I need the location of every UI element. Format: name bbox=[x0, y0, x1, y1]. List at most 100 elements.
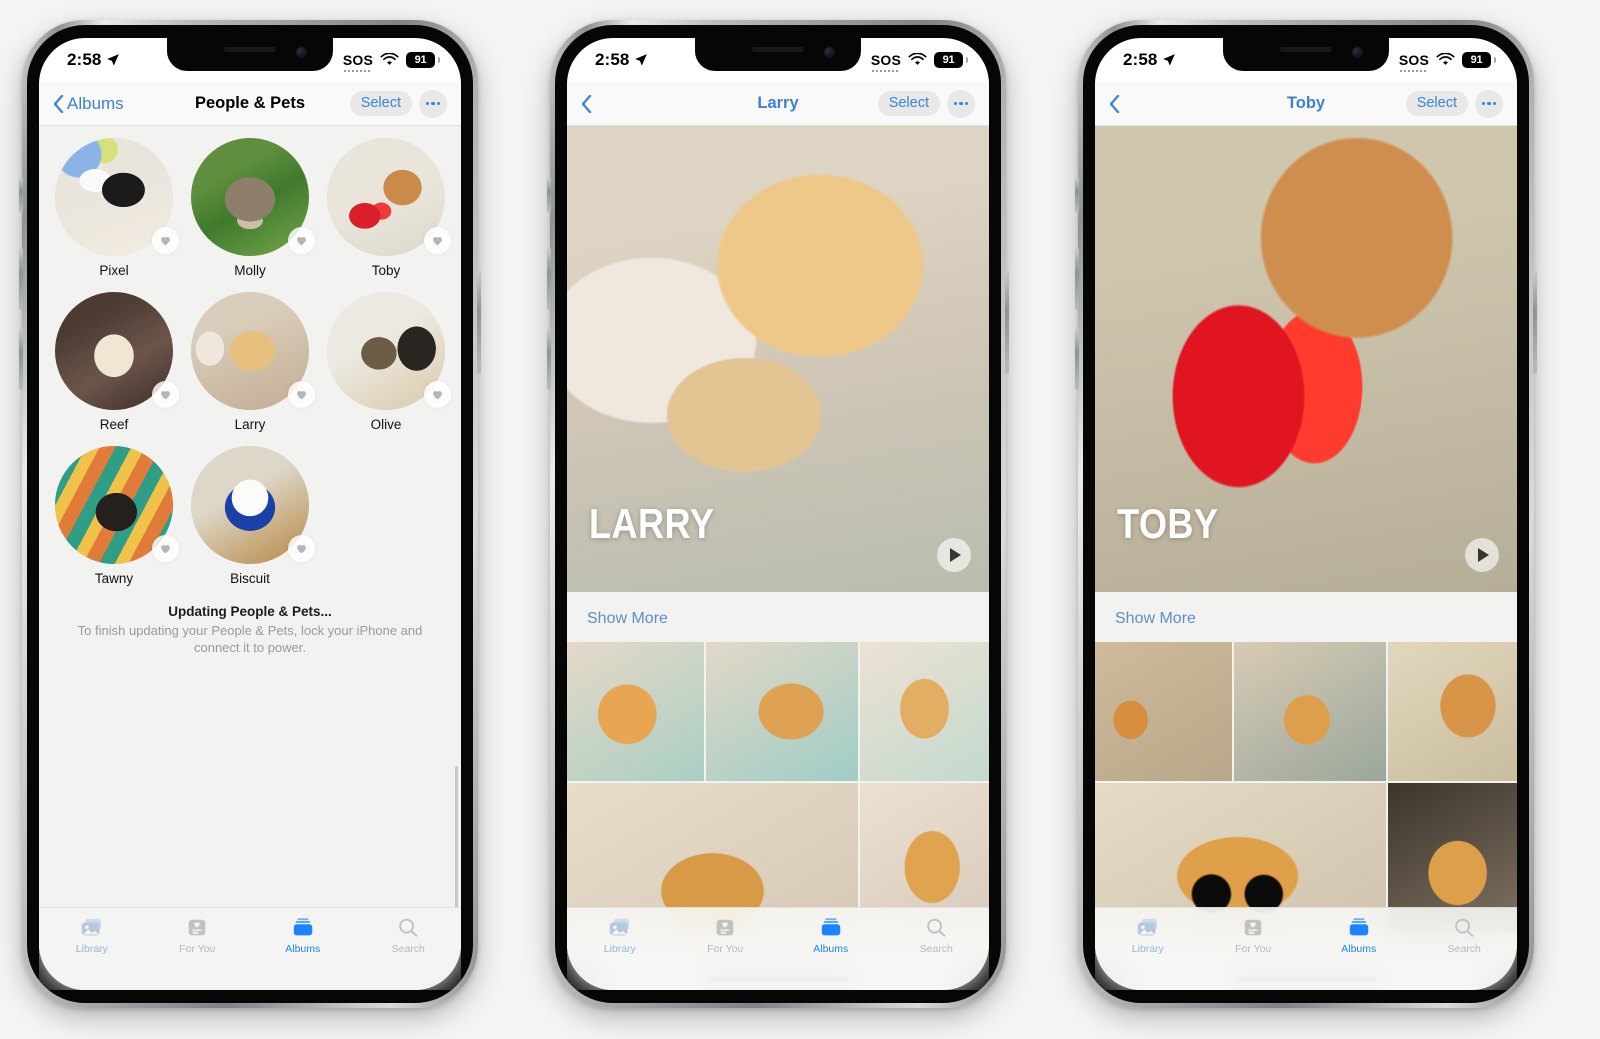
pet-cell[interactable]: Molly bbox=[187, 138, 315, 278]
tab-bar: Library For You Albums Search bbox=[567, 907, 989, 990]
tab-label: Library bbox=[603, 943, 636, 955]
pet-cell[interactable]: Toby bbox=[323, 138, 451, 278]
tab-albums[interactable]: Albums bbox=[778, 916, 884, 955]
heart-icon[interactable] bbox=[152, 381, 179, 408]
photo-mosaic bbox=[1095, 642, 1517, 933]
chevron-left-icon bbox=[581, 94, 592, 113]
photo-stack-icon bbox=[79, 916, 105, 940]
pet-cell[interactable]: Reef bbox=[51, 292, 179, 432]
play-icon[interactable] bbox=[937, 538, 971, 572]
back-button[interactable]: Albums bbox=[53, 94, 124, 114]
photo-thumbnail[interactable] bbox=[567, 642, 704, 781]
navigation-bar: Albums People & Pets Select bbox=[39, 82, 461, 126]
heart-icon[interactable] bbox=[424, 227, 451, 254]
tab-label: Search bbox=[919, 943, 953, 955]
select-button[interactable]: Select bbox=[877, 91, 940, 116]
tab-for-you[interactable]: For You bbox=[1201, 916, 1307, 955]
photo-thumbnail[interactable] bbox=[1095, 642, 1232, 781]
photo-image bbox=[567, 642, 704, 781]
heart-icon[interactable] bbox=[288, 535, 315, 562]
back-button[interactable] bbox=[581, 94, 595, 113]
select-button[interactable]: Select bbox=[349, 91, 412, 116]
heart-icon[interactable] bbox=[152, 227, 179, 254]
tab-library[interactable]: Library bbox=[39, 916, 145, 955]
sos-indicator: SOS bbox=[870, 52, 901, 72]
photo-stack-icon bbox=[607, 916, 633, 940]
updating-subtitle: To finish updating your People & Pets, l… bbox=[77, 623, 423, 656]
wifi-icon bbox=[1436, 53, 1455, 65]
tab-search[interactable]: Search bbox=[884, 916, 990, 955]
volume-down-button[interactable] bbox=[1075, 328, 1079, 390]
heart-icon[interactable] bbox=[424, 381, 451, 408]
tab-search[interactable]: Search bbox=[356, 916, 462, 955]
photo-thumbnail[interactable] bbox=[1233, 642, 1386, 781]
photo-thumbnail[interactable] bbox=[705, 642, 858, 781]
tab-library[interactable]: Library bbox=[567, 916, 673, 955]
volume-up-button[interactable] bbox=[19, 248, 23, 310]
heart-icon[interactable] bbox=[152, 535, 179, 562]
memory-hero[interactable]: LARRY bbox=[567, 126, 989, 592]
volume-down-button[interactable] bbox=[547, 328, 551, 390]
ellipsis-icon[interactable] bbox=[419, 89, 447, 118]
play-icon[interactable] bbox=[1465, 538, 1499, 572]
show-more-button[interactable]: Show More bbox=[567, 592, 989, 642]
heart-icon[interactable] bbox=[288, 227, 315, 254]
tab-library[interactable]: Library bbox=[1095, 916, 1201, 955]
larry-scroll-area[interactable]: LARRY Show More bbox=[567, 126, 989, 990]
select-button[interactable]: Select bbox=[1405, 91, 1468, 116]
pet-cell[interactable]: Larry bbox=[187, 292, 315, 432]
tab-label: Library bbox=[1131, 943, 1164, 955]
show-more-button[interactable]: Show More bbox=[1095, 592, 1517, 642]
memory-hero[interactable]: TOBY bbox=[1095, 126, 1517, 592]
front-camera-icon bbox=[824, 47, 835, 58]
sos-indicator: SOS bbox=[342, 52, 373, 72]
tab-for-you[interactable]: For You bbox=[145, 916, 251, 955]
magnifier-icon bbox=[395, 916, 421, 940]
volume-down-button[interactable] bbox=[19, 328, 23, 390]
tab-label: Library bbox=[75, 943, 108, 955]
pet-name: Biscuit bbox=[230, 571, 270, 586]
screenshot-stage: 2:58 SOS 91 Albums People & Pets Select … bbox=[0, 0, 1600, 1039]
tab-albums[interactable]: Albums bbox=[1306, 916, 1412, 955]
photo-image bbox=[1233, 642, 1386, 781]
for-you-card-icon bbox=[184, 916, 210, 940]
ellipsis-icon[interactable] bbox=[1475, 89, 1503, 118]
pet-name: Larry bbox=[234, 417, 266, 432]
power-button[interactable] bbox=[477, 270, 481, 374]
heart-icon[interactable] bbox=[288, 381, 315, 408]
battery-indicator: 91 bbox=[1462, 52, 1491, 68]
pet-cell[interactable]: Tawny bbox=[51, 446, 179, 586]
location-arrow-icon bbox=[1163, 54, 1176, 66]
back-button[interactable] bbox=[1109, 94, 1123, 113]
notch bbox=[1223, 38, 1389, 71]
earpiece-speaker bbox=[752, 47, 804, 52]
toby-scroll-area[interactable]: TOBY Show More bbox=[1095, 126, 1517, 990]
tab-label: Albums bbox=[813, 943, 849, 955]
pet-name: Reef bbox=[99, 417, 129, 432]
photo-thumbnail[interactable] bbox=[859, 642, 989, 781]
people-and-pets-scroll-area[interactable]: Pixel Molly Toby Reef Larry Olive Tawny Biscuit… bbox=[39, 126, 461, 990]
pet-cell[interactable]: Olive bbox=[323, 292, 451, 432]
pet-name: Toby bbox=[371, 263, 401, 278]
power-button[interactable] bbox=[1005, 270, 1009, 374]
tab-albums[interactable]: Albums bbox=[250, 916, 356, 955]
volume-up-button[interactable] bbox=[1075, 248, 1079, 310]
scroll-indicator[interactable] bbox=[455, 766, 458, 916]
updating-status: Updating People & Pets... To finish upda… bbox=[39, 586, 461, 656]
power-button[interactable] bbox=[1533, 270, 1537, 374]
tab-search[interactable]: Search bbox=[1412, 916, 1518, 955]
tab-label: Albums bbox=[1341, 943, 1377, 955]
photo-thumbnail[interactable] bbox=[1387, 642, 1517, 781]
photo-image bbox=[705, 642, 858, 781]
ellipsis-icon[interactable] bbox=[947, 89, 975, 118]
mute-switch[interactable] bbox=[19, 178, 23, 212]
volume-up-button[interactable] bbox=[547, 248, 551, 310]
mute-switch[interactable] bbox=[1075, 178, 1079, 212]
pet-cell[interactable]: Pixel bbox=[51, 138, 179, 278]
pet-name: Molly bbox=[234, 263, 266, 278]
pet-cell[interactable]: Biscuit bbox=[187, 446, 315, 586]
wifi-icon bbox=[908, 53, 927, 65]
tab-for-you[interactable]: For You bbox=[673, 916, 779, 955]
mute-switch[interactable] bbox=[547, 178, 551, 212]
albums-stack-icon bbox=[290, 916, 316, 940]
